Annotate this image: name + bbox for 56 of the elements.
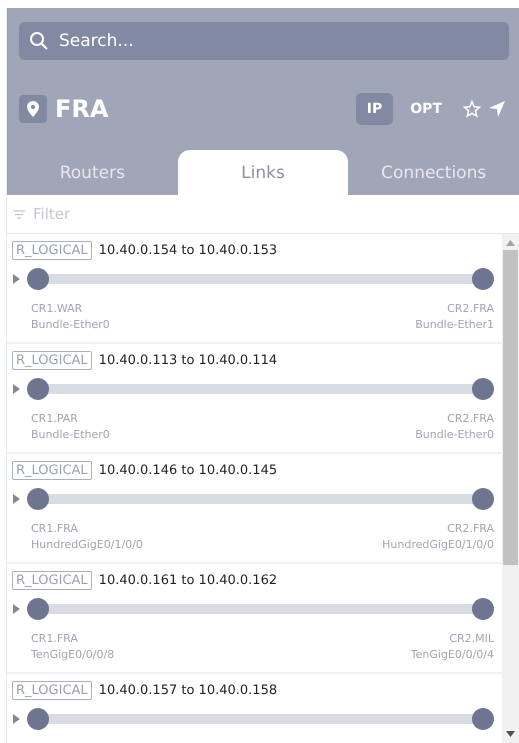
location-name: FRA: [55, 95, 110, 123]
endpoint-node: [472, 598, 494, 620]
link-title: 10.40.0.157 to 10.40.0.158: [98, 683, 278, 698]
search-input[interactable]: Search...: [57, 30, 499, 52]
router-name: CR1.WAR: [31, 302, 82, 315]
interface-name: Bundle-Ether0: [31, 318, 110, 331]
endpoint-node: [27, 378, 49, 400]
filter-icon: [13, 210, 25, 218]
link-type-tag: R_LOGICAL: [12, 681, 92, 700]
endpoint-node: [472, 488, 494, 510]
caret-icon[interactable]: [12, 273, 21, 285]
router-name: CR1.FRA: [31, 632, 78, 645]
scroll-up-icon[interactable]: [506, 240, 515, 246]
router-name: CR2.MIL: [449, 632, 494, 645]
link-card[interactable]: R_LOGICAL 10.40.0.154 to 10.40.0.153 CR1.WAR Bundle-Ether0 CR2.FRA Bundle-Ether1: [7, 234, 502, 344]
pin-icon: [19, 95, 47, 123]
interface-name: TenGigE0/0/0/8: [31, 648, 114, 661]
router-name: CR2.FRA: [447, 522, 494, 535]
link-type-tag: R_LOGICAL: [12, 351, 92, 370]
endpoint-node: [472, 708, 494, 730]
caret-icon[interactable]: [12, 713, 21, 725]
interface-name: HundredGigE0/1/0/0: [382, 538, 494, 551]
link-card[interactable]: R_LOGICAL 10.40.0.161 to 10.40.0.162 CR1.FRA TenGigE0/0/0/8 CR2.MIL TenGigE0/0/0/4: [7, 564, 502, 674]
router-name: CR1.PAR: [31, 412, 78, 425]
link-type-tag: R_LOGICAL: [12, 571, 92, 590]
interface-name: Bundle-Ether1: [415, 318, 494, 331]
link-card[interactable]: R_LOGICAL 10.40.0.157 to 10.40.0.158: [7, 674, 502, 743]
interface-name: TenGigE0/0/0/4: [410, 648, 494, 661]
endpoint-node: [27, 708, 49, 730]
router-name: CR2.FRA: [447, 412, 494, 425]
interface-name: HundredGigE0/1/0/0: [31, 538, 143, 551]
link-title: 10.40.0.161 to 10.40.0.162: [98, 573, 278, 588]
caret-icon[interactable]: [12, 383, 21, 395]
endpoint-node: [472, 268, 494, 290]
link-title: 10.40.0.113 to 10.40.0.114: [98, 353, 278, 368]
interface-name: Bundle-Ether0: [31, 428, 110, 441]
router-name: CR1.FRA: [31, 522, 78, 535]
endpoint-node: [27, 488, 49, 510]
router-name: CR2.FRA: [447, 302, 494, 315]
endpoint-node: [27, 598, 49, 620]
scroll-down-icon[interactable]: [506, 731, 515, 737]
search-icon: [29, 31, 49, 51]
endpoint-node: [472, 378, 494, 400]
link-title: 10.40.0.154 to 10.40.0.153: [98, 243, 278, 258]
scrollbar-thumb[interactable]: [503, 250, 518, 565]
link-card[interactable]: R_LOGICAL 10.40.0.113 to 10.40.0.114 CR1.PAR Bundle-Ether0 CR2.FRA Bundle-Ether0: [7, 344, 502, 454]
caret-icon[interactable]: [12, 603, 21, 615]
link-type-tag: R_LOGICAL: [12, 241, 92, 260]
search-field[interactable]: Search...: [19, 22, 509, 60]
link-card[interactable]: R_LOGICAL 10.40.0.146 to 10.40.0.145 CR1.FRA HundredGigE0/1/0/0 CR2.FRA HundredGigE0/1/0/0: [7, 454, 502, 564]
link-title: 10.40.0.146 to 10.40.0.145: [98, 463, 278, 478]
endpoint-node: [27, 268, 49, 290]
interface-name: Bundle-Ether0: [415, 428, 494, 441]
link-type-tag: R_LOGICAL: [12, 461, 92, 480]
caret-icon[interactable]: [12, 493, 21, 505]
scrollbar[interactable]: [502, 234, 519, 743]
